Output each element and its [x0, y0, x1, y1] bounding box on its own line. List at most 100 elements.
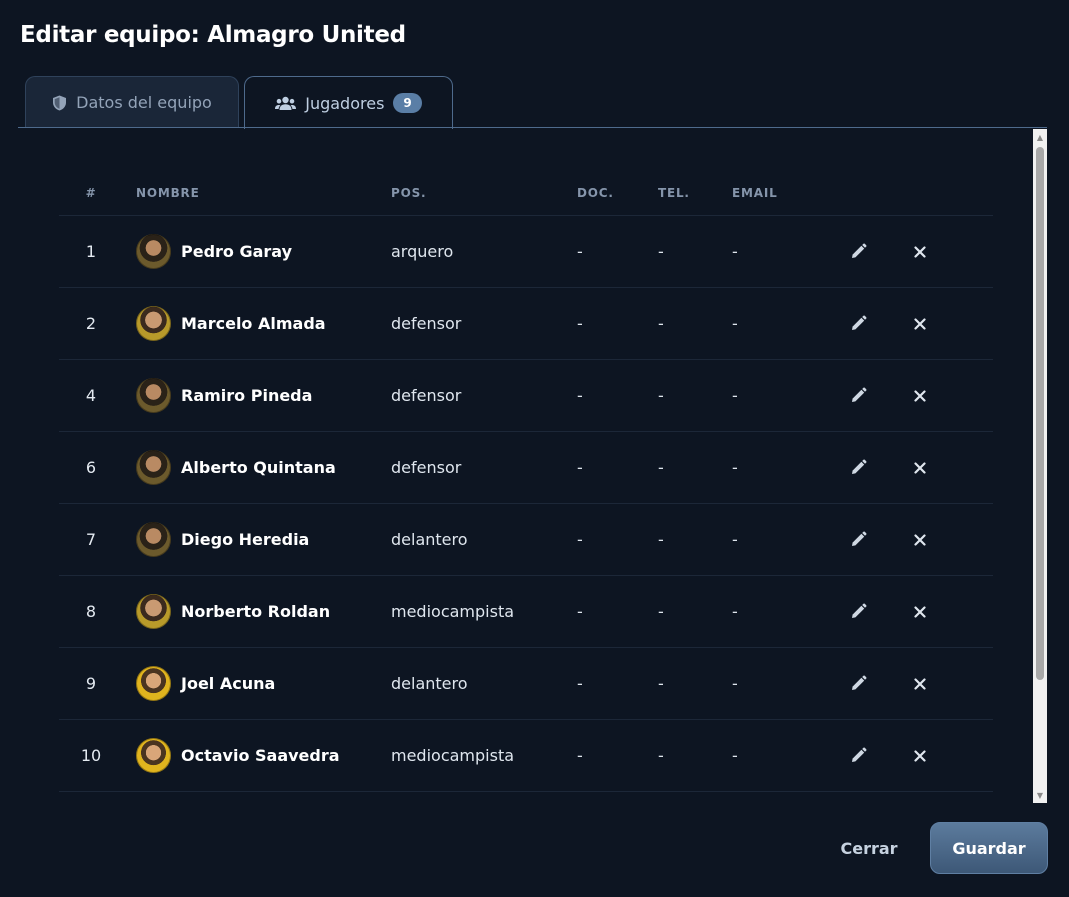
player-number: 1	[59, 215, 123, 288]
players-panel: # NOMBRE POS. DOC. TEL. EMAIL 1 Pedro Gar…	[18, 129, 1047, 803]
delete-close-icon[interactable]	[908, 672, 932, 696]
player-name-cell: Pedro Garay	[136, 234, 391, 269]
player-name-cell: Joel Acuna	[136, 666, 391, 701]
col-header-doc: DOC.	[577, 171, 658, 216]
player-doc: -	[577, 647, 658, 720]
edit-pencil-icon[interactable]	[846, 239, 870, 263]
col-header-delete	[899, 171, 941, 216]
player-name: Alberto Quintana	[181, 458, 336, 477]
player-email: -	[732, 719, 817, 792]
delete-close-icon[interactable]	[908, 744, 932, 768]
player-name-cell: Norberto Roldan	[136, 594, 391, 629]
col-header-pos: POS.	[391, 171, 577, 216]
player-number: 4	[59, 359, 123, 432]
scroll-down-arrow-icon[interactable]: ▼	[1033, 787, 1047, 803]
player-doc: -	[577, 287, 658, 360]
avatar	[136, 522, 171, 557]
modal-title: Editar equipo: Almagro United	[20, 22, 406, 48]
table-row: 4 Ramiro Pineda defensor - - -	[59, 359, 993, 432]
player-name-cell: Marcelo Almada	[136, 306, 391, 341]
player-doc: -	[577, 359, 658, 432]
col-header-tel: TEL.	[658, 171, 732, 216]
edit-pencil-icon[interactable]	[846, 527, 870, 551]
player-position: delantero	[391, 503, 577, 576]
tab-datos-label: Datos del equipo	[76, 93, 212, 112]
edit-pencil-icon[interactable]	[846, 599, 870, 623]
player-name: Diego Heredia	[181, 530, 310, 549]
cerrar-button[interactable]: Cerrar	[822, 823, 916, 873]
scrollbar[interactable]: ▲ ▼	[1033, 129, 1047, 803]
player-position: arquero	[391, 215, 577, 288]
player-position: defensor	[391, 287, 577, 360]
player-email: -	[732, 575, 817, 648]
users-icon	[275, 96, 297, 111]
player-tel: -	[658, 431, 732, 504]
player-name: Joel Acuna	[181, 674, 276, 693]
player-email: -	[732, 503, 817, 576]
player-name: Norberto Roldan	[181, 602, 331, 621]
player-tel: -	[658, 359, 732, 432]
player-doc: -	[577, 503, 658, 576]
table-row: 9 Joel Acuna delantero - - -	[59, 647, 993, 720]
player-doc: -	[577, 575, 658, 648]
delete-close-icon[interactable]	[908, 312, 932, 336]
delete-close-icon[interactable]	[908, 600, 932, 624]
player-tel: -	[658, 719, 732, 792]
edit-pencil-icon[interactable]	[846, 455, 870, 479]
player-position: delantero	[391, 647, 577, 720]
player-number: 8	[59, 575, 123, 648]
avatar	[136, 306, 171, 341]
player-position: defensor	[391, 359, 577, 432]
delete-close-icon[interactable]	[908, 240, 932, 264]
delete-close-icon[interactable]	[908, 456, 932, 480]
col-header-num: #	[59, 171, 123, 216]
avatar	[136, 378, 171, 413]
table-row: 7 Diego Heredia delantero - - -	[59, 503, 993, 576]
player-tel: -	[658, 503, 732, 576]
player-email: -	[732, 647, 817, 720]
player-tel: -	[658, 287, 732, 360]
col-header-email: EMAIL	[732, 171, 817, 216]
guardar-button[interactable]: Guardar	[930, 822, 1048, 874]
player-name: Pedro Garay	[181, 242, 293, 261]
col-header-nombre: NOMBRE	[123, 171, 391, 216]
player-doc: -	[577, 431, 658, 504]
player-number: 10	[59, 719, 123, 792]
player-email: -	[732, 287, 817, 360]
table-row: 2 Marcelo Almada defensor - - -	[59, 287, 993, 360]
players-table: # NOMBRE POS. DOC. TEL. EMAIL 1 Pedro Gar…	[59, 171, 993, 792]
player-number: 9	[59, 647, 123, 720]
player-tel: -	[658, 215, 732, 288]
edit-pencil-icon[interactable]	[846, 671, 870, 695]
delete-close-icon[interactable]	[908, 528, 932, 552]
table-row: 10 Octavio Saavedra mediocampista - - -	[59, 719, 993, 792]
edit-pencil-icon[interactable]	[846, 383, 870, 407]
edit-pencil-icon[interactable]	[846, 743, 870, 767]
player-doc: -	[577, 719, 658, 792]
avatar	[136, 234, 171, 269]
col-header-spacer	[941, 171, 993, 216]
player-name-cell: Ramiro Pineda	[136, 378, 391, 413]
table-row: 1 Pedro Garay arquero - - -	[59, 215, 993, 288]
player-name: Octavio Saavedra	[181, 746, 340, 765]
tab-jugadores[interactable]: Jugadores 9	[244, 76, 453, 130]
avatar	[136, 594, 171, 629]
player-name-cell: Alberto Quintana	[136, 450, 391, 485]
player-tel: -	[658, 575, 732, 648]
avatar	[136, 450, 171, 485]
player-number: 6	[59, 431, 123, 504]
tab-datos-equipo[interactable]: Datos del equipo	[25, 76, 239, 128]
table-row: 8 Norberto Roldan mediocampista - - -	[59, 575, 993, 648]
tab-divider	[18, 127, 1047, 128]
delete-close-icon[interactable]	[908, 384, 932, 408]
edit-pencil-icon[interactable]	[846, 311, 870, 335]
scroll-up-arrow-icon[interactable]: ▲	[1033, 129, 1047, 145]
avatar	[136, 738, 171, 773]
avatar	[136, 666, 171, 701]
player-email: -	[732, 431, 817, 504]
scrollbar-thumb[interactable]	[1036, 147, 1044, 680]
tab-jugadores-label: Jugadores	[305, 93, 385, 113]
table-row: 6 Alberto Quintana defensor - - -	[59, 431, 993, 504]
player-name-cell: Octavio Saavedra	[136, 738, 391, 773]
player-name: Ramiro Pineda	[181, 386, 313, 405]
